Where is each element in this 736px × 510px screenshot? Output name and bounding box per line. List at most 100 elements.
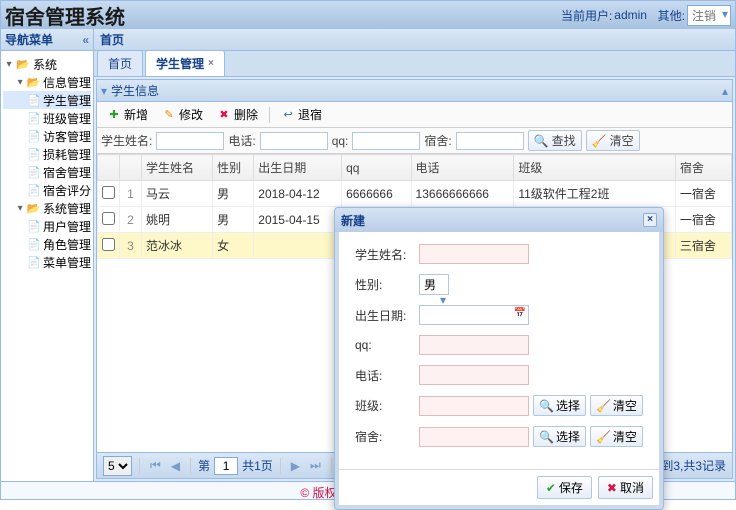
tree-node-用户管理[interactable]: 📄用户管理 <box>3 217 91 235</box>
tree-node-宿舍管理[interactable]: 📄宿舍管理 <box>3 163 91 181</box>
content-area: 首页 首页学生管理× ▾ 学生信息 ▴ ✚新增 ✎修改 ✖删除 ↩退宿 学生姓名… <box>94 29 735 481</box>
search-name-input[interactable] <box>156 132 224 150</box>
search-phone-label: 电话: <box>228 132 255 149</box>
col-header[interactable] <box>120 155 142 181</box>
tree-node-宿舍评分[interactable]: 📄宿舍评分 <box>3 181 91 199</box>
delete-button[interactable]: ✖删除 <box>211 104 264 125</box>
dialog-body: 学生姓名: 性别:男 出生日期:📅 qq: 电话: 班级: 🔍选择 🧹清空 宿舍… <box>339 232 659 469</box>
tree-node-班级管理[interactable]: 📄班级管理 <box>3 109 91 127</box>
content-title: 首页 <box>100 31 124 48</box>
tab-首页[interactable]: 首页 <box>97 50 143 76</box>
col-header[interactable]: 学生姓名 <box>142 155 213 181</box>
tree-node-菜单管理[interactable]: 📄菜单管理 <box>3 253 91 271</box>
current-user-link[interactable]: admin <box>614 8 647 22</box>
class-select-button[interactable]: 🔍选择 <box>533 395 586 416</box>
search-icon: 🔍 <box>539 430 554 444</box>
dorm-clear-button[interactable]: 🧹清空 <box>590 426 643 447</box>
tel-input[interactable] <box>419 365 529 385</box>
calendar-icon[interactable]: 📅 <box>514 308 526 319</box>
current-user-label: 当前用户: <box>561 7 612 24</box>
collapse-icon[interactable]: ▾ <box>101 84 107 98</box>
sidebar-header: 导航菜单 « <box>1 29 93 51</box>
panel-header: ▾ 学生信息 ▴ <box>97 80 732 102</box>
qq-input[interactable] <box>419 335 529 355</box>
edit-icon: ✎ <box>162 108 176 122</box>
dialog-title: 新建 <box>341 212 365 229</box>
search-phone-input[interactable] <box>260 132 328 150</box>
page-size-select[interactable]: 5 <box>103 456 132 476</box>
broom-icon: 🧹 <box>596 430 611 444</box>
search-icon: 🔍 <box>534 134 549 148</box>
dorm-field-label: 宿舍: <box>355 428 419 445</box>
tree-node-系统管理[interactable]: ▾📂系统管理 <box>3 199 91 217</box>
tree-node-损耗管理[interactable]: 📄损耗管理 <box>3 145 91 163</box>
search-qq-input[interactable] <box>352 132 420 150</box>
logout-combo[interactable]: 注销 <box>687 5 731 26</box>
total-pages: 共1页 <box>242 457 273 474</box>
search-bar: 学生姓名: 电话: qq: 宿舍: 🔍查找 🧹清空 <box>97 128 732 154</box>
col-header[interactable]: 电话 <box>411 155 514 181</box>
search-dorm-input[interactable] <box>456 132 524 150</box>
search-icon: 🔍 <box>539 399 554 413</box>
save-button[interactable]: ✔保存 <box>537 476 592 499</box>
first-page-icon[interactable]: ⏮ <box>147 458 164 473</box>
table-row[interactable]: 1马云男2018-04-1266666661366666666611级软件工程2… <box>98 181 732 207</box>
col-header[interactable]: 性别 <box>213 155 254 181</box>
add-button[interactable]: ✚新增 <box>101 104 154 125</box>
page-input[interactable] <box>214 457 238 475</box>
tab-学生管理[interactable]: 学生管理× <box>145 50 225 76</box>
dialog-close-icon[interactable]: × <box>643 213 657 227</box>
delete-icon: ✖ <box>217 108 231 122</box>
add-icon: ✚ <box>107 108 121 122</box>
class-field-label: 班级: <box>355 397 419 414</box>
edit-button[interactable]: ✎修改 <box>156 104 209 125</box>
last-page-icon[interactable]: ⏭ <box>307 458 324 473</box>
search-button[interactable]: 🔍查找 <box>528 130 582 151</box>
name-input[interactable] <box>419 244 529 264</box>
leave-button[interactable]: ↩退宿 <box>275 104 328 125</box>
nav-tree: ▾📂系统▾📂信息管理📄学生管理📄班级管理📄访客管理📄损耗管理📄宿舍管理📄宿舍评分… <box>1 51 93 481</box>
class-input[interactable] <box>419 396 529 416</box>
col-header[interactable]: qq <box>342 155 411 181</box>
sex-field-label: 性别: <box>355 276 419 293</box>
dorm-input[interactable] <box>419 427 529 447</box>
other-label: 其他: <box>658 7 685 24</box>
page-label: 第 <box>198 457 210 474</box>
content-header: 首页 <box>94 29 735 51</box>
panel-collapse-icon[interactable]: ▴ <box>722 84 728 98</box>
dob-field-label: 出生日期: <box>355 307 419 324</box>
tree-node-系统[interactable]: ▾📂系统 <box>3 55 91 73</box>
tree-node-信息管理[interactable]: ▾📂信息管理 <box>3 73 91 91</box>
header-right: 当前用户: admin 其他: 注销 <box>561 5 731 26</box>
col-header[interactable] <box>98 155 120 181</box>
qq-field-label: qq: <box>355 338 419 352</box>
col-header[interactable]: 宿舍 <box>675 155 731 181</box>
tab-close-icon[interactable]: × <box>208 58 214 69</box>
cancel-button[interactable]: ✖取消 <box>598 476 653 499</box>
check-icon: ✔ <box>546 481 556 495</box>
dorm-select-button[interactable]: 🔍选择 <box>533 426 586 447</box>
col-header[interactable]: 班级 <box>514 155 675 181</box>
toolbar-separator <box>269 107 270 123</box>
sidebar-collapse-icon[interactable]: « <box>82 33 89 47</box>
tel-field-label: 电话: <box>355 367 419 384</box>
leave-icon: ↩ <box>281 108 295 122</box>
class-clear-button[interactable]: 🧹清空 <box>590 395 643 416</box>
clear-icon: 🧹 <box>592 134 607 148</box>
tree-node-访客管理[interactable]: 📄访客管理 <box>3 127 91 145</box>
clear-button[interactable]: 🧹清空 <box>586 130 640 151</box>
dialog-header[interactable]: 新建 × <box>335 208 663 232</box>
tree-node-角色管理[interactable]: 📄角色管理 <box>3 235 91 253</box>
tree-node-学生管理[interactable]: 📄学生管理 <box>3 91 91 109</box>
broom-icon: 🧹 <box>596 399 611 413</box>
new-dialog: 新建 × 学生姓名: 性别:男 出生日期:📅 qq: 电话: 班级: 🔍选择 🧹… <box>334 207 664 510</box>
sidebar-title: 导航菜单 <box>5 31 53 48</box>
search-dorm-label: 宿舍: <box>424 132 451 149</box>
dob-input[interactable]: 📅 <box>419 305 529 325</box>
col-header[interactable]: 出生日期 <box>254 155 342 181</box>
app-title: 宿舍管理系统 <box>5 1 561 30</box>
next-page-icon[interactable]: ▶ <box>288 459 303 473</box>
prev-page-icon[interactable]: ◀ <box>168 459 183 473</box>
header-bar: 宿舍管理系统 当前用户: admin 其他: 注销 <box>1 1 735 29</box>
sex-select[interactable]: 男 <box>419 274 449 295</box>
